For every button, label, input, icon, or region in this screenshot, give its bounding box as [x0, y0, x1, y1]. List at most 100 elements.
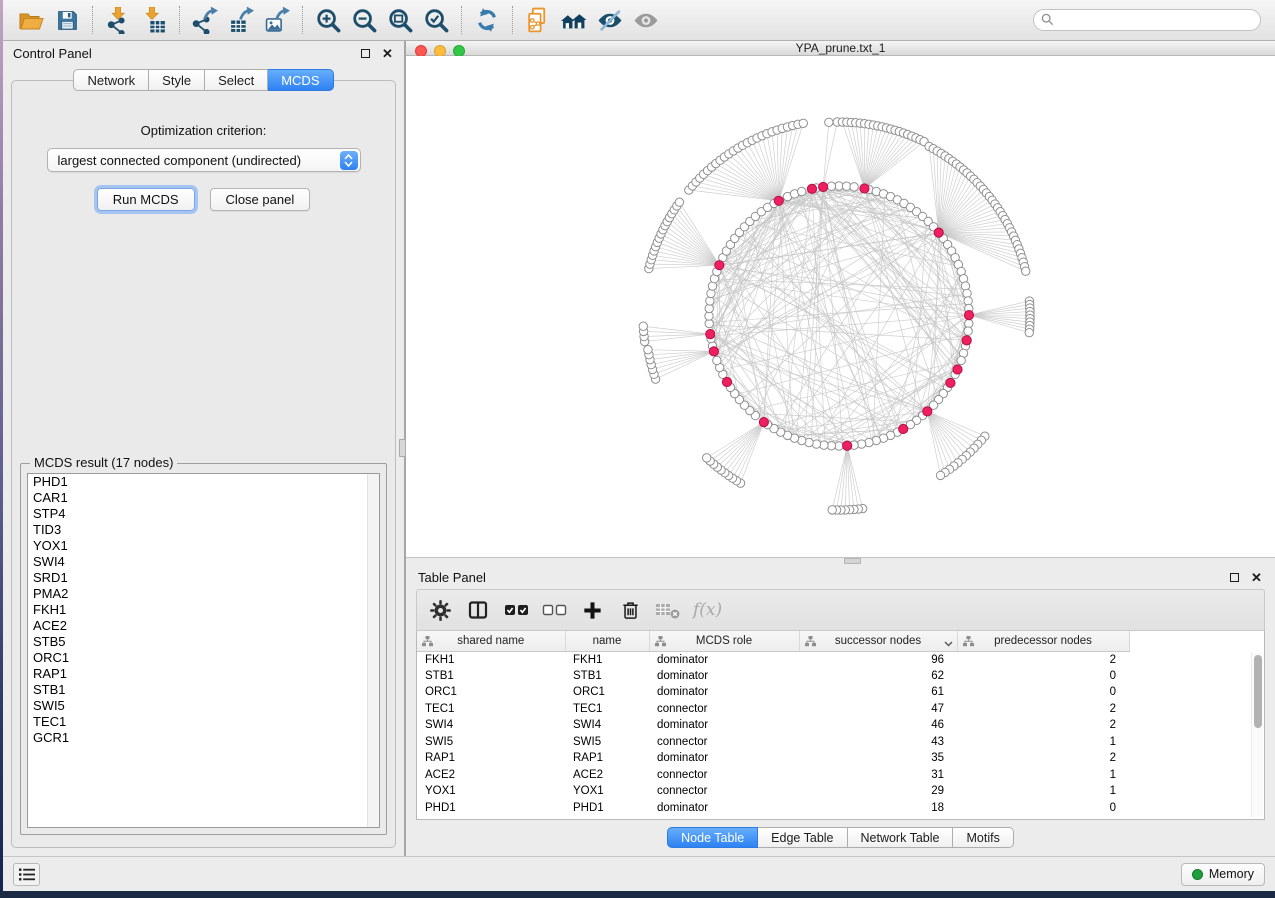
add-row-button[interactable]: [575, 594, 609, 626]
cell-mcds-role[interactable]: dominator: [649, 668, 799, 685]
select-all-button[interactable]: [499, 594, 533, 626]
delete-row-button[interactable]: [613, 594, 647, 626]
mcds-node[interactable]: [759, 417, 768, 426]
mcds-node[interactable]: [774, 196, 783, 205]
network-node[interactable]: [713, 356, 721, 364]
cell-predecessor-nodes[interactable]: 1: [957, 767, 1129, 784]
cell-successor-nodes[interactable]: 29: [799, 783, 957, 800]
cell-shared-name[interactable]: ACE2: [417, 767, 565, 784]
cell-mcds-role[interactable]: dominator: [649, 684, 799, 701]
import-table-button[interactable]: [136, 4, 172, 36]
mcds-result-item[interactable]: ACE2: [28, 618, 379, 634]
mcds-result-item[interactable]: CAR1: [28, 490, 379, 506]
optimization-select[interactable]: largest connected component (undirected): [47, 148, 361, 172]
mcds-result-item[interactable]: STB5: [28, 634, 379, 650]
chevron-down-icon[interactable]: [944, 638, 953, 650]
save-session-button[interactable]: [49, 4, 85, 36]
mcds-result-item[interactable]: FKH1: [28, 602, 379, 618]
cell-successor-nodes[interactable]: 61: [799, 684, 957, 701]
cell-mcds-role[interactable]: dominator: [649, 750, 799, 767]
function-builder-icon[interactable]: f(x): [693, 600, 722, 620]
network-node[interactable]: [798, 187, 806, 195]
cell-successor-nodes[interactable]: 62: [799, 668, 957, 685]
mcds-result-item[interactable]: STP4: [28, 506, 379, 522]
mcds-node[interactable]: [722, 377, 731, 386]
mcds-node[interactable]: [715, 261, 724, 270]
vertical-splitter-handle[interactable]: [399, 439, 406, 457]
close-panel-button[interactable]: Close panel: [210, 188, 311, 211]
cell-name[interactable]: TEC1: [565, 701, 649, 718]
cell-predecessor-nodes[interactable]: 1: [957, 783, 1129, 800]
mcds-result-item[interactable]: PHD1: [28, 474, 379, 490]
close-table-panel-icon[interactable]: ✕: [1250, 571, 1263, 584]
table-tab-node-table[interactable]: Node Table: [667, 827, 758, 848]
cell-predecessor-nodes[interactable]: 2: [957, 651, 1129, 668]
mcds-node[interactable]: [899, 424, 908, 433]
mcds-node[interactable]: [934, 228, 943, 237]
tab-mcds[interactable]: MCDS: [268, 69, 333, 91]
table-scrollbar-thumb[interactable]: [1254, 655, 1262, 728]
cell-predecessor-nodes[interactable]: 1: [957, 734, 1129, 751]
zoom-out-button[interactable]: [346, 4, 382, 36]
tab-select[interactable]: Select: [205, 69, 268, 91]
cell-mcds-role[interactable]: connector: [649, 734, 799, 751]
export-network-button[interactable]: [187, 4, 223, 36]
cell-predecessor-nodes[interactable]: 0: [957, 668, 1129, 685]
mcds-node[interactable]: [843, 441, 852, 450]
tab-network[interactable]: Network: [73, 69, 149, 91]
mcds-node[interactable]: [709, 347, 718, 356]
mcds-result-item[interactable]: GCR1: [28, 730, 379, 746]
mcds-result-item[interactable]: RAP1: [28, 666, 379, 682]
open-file-button[interactable]: [13, 4, 49, 36]
table-row[interactable]: FKH1FKH1dominator962: [417, 651, 1129, 668]
cell-successor-nodes[interactable]: 96: [799, 651, 957, 668]
cell-successor-nodes[interactable]: 18: [799, 800, 957, 817]
mcds-node[interactable]: [807, 184, 816, 193]
column-header-MCDS-role[interactable]: MCDS role: [649, 631, 799, 651]
network-node[interactable]: [675, 198, 683, 206]
cell-predecessor-nodes[interactable]: 2: [957, 750, 1129, 767]
first-neighbors-button[interactable]: [556, 4, 592, 36]
mcds-result-item[interactable]: SWI4: [28, 554, 379, 570]
cell-successor-nodes[interactable]: 46: [799, 717, 957, 734]
cell-name[interactable]: SWI5: [565, 734, 649, 751]
cell-shared-name[interactable]: YOX1: [417, 783, 565, 800]
import-network-button[interactable]: [100, 4, 136, 36]
network-node[interactable]: [799, 119, 807, 127]
table-tab-network-table[interactable]: Network Table: [848, 827, 954, 848]
cell-shared-name[interactable]: TEC1: [417, 701, 565, 718]
cell-name[interactable]: PHD1: [565, 800, 649, 817]
table-tab-motifs[interactable]: Motifs: [953, 827, 1013, 848]
mcds-node[interactable]: [860, 184, 869, 193]
zoom-selected-button[interactable]: [418, 4, 454, 36]
task-history-button[interactable]: [13, 863, 40, 886]
network-node[interactable]: [1021, 267, 1029, 275]
mcds-result-item[interactable]: YOX1: [28, 538, 379, 554]
cell-mcds-role[interactable]: dominator: [649, 800, 799, 817]
table-row[interactable]: PHD1PHD1dominator180: [417, 800, 1129, 817]
network-node[interactable]: [1025, 328, 1033, 336]
mcds-node[interactable]: [923, 407, 932, 416]
cell-mcds-role[interactable]: connector: [649, 767, 799, 784]
mcds-list-scrollbar[interactable]: [367, 474, 379, 827]
table-row[interactable]: YOX1YOX1connector291: [417, 783, 1129, 800]
cell-name[interactable]: RAP1: [565, 750, 649, 767]
cell-name[interactable]: STB1: [565, 668, 649, 685]
cell-predecessor-nodes[interactable]: 2: [957, 701, 1129, 718]
cell-name[interactable]: FKH1: [565, 651, 649, 668]
cell-mcds-role[interactable]: connector: [649, 701, 799, 718]
mcds-result-item[interactable]: SRD1: [28, 570, 379, 586]
search-input[interactable]: [1033, 9, 1261, 31]
memory-button[interactable]: Memory: [1181, 863, 1265, 886]
cell-shared-name[interactable]: SWI4: [417, 717, 565, 734]
deselect-all-button[interactable]: [537, 594, 571, 626]
table-row[interactable]: TEC1TEC1connector472: [417, 701, 1129, 718]
mcds-result-item[interactable]: PMA2: [28, 586, 379, 602]
mcds-node[interactable]: [962, 336, 971, 345]
table-tab-edge-table[interactable]: Edge Table: [758, 827, 847, 848]
zoom-in-button[interactable]: [310, 4, 346, 36]
horizontal-splitter-handle[interactable]: [844, 558, 861, 564]
table-row[interactable]: RAP1RAP1dominator352: [417, 750, 1129, 767]
mcds-node[interactable]: [946, 378, 955, 387]
network-node[interactable]: [639, 322, 647, 330]
